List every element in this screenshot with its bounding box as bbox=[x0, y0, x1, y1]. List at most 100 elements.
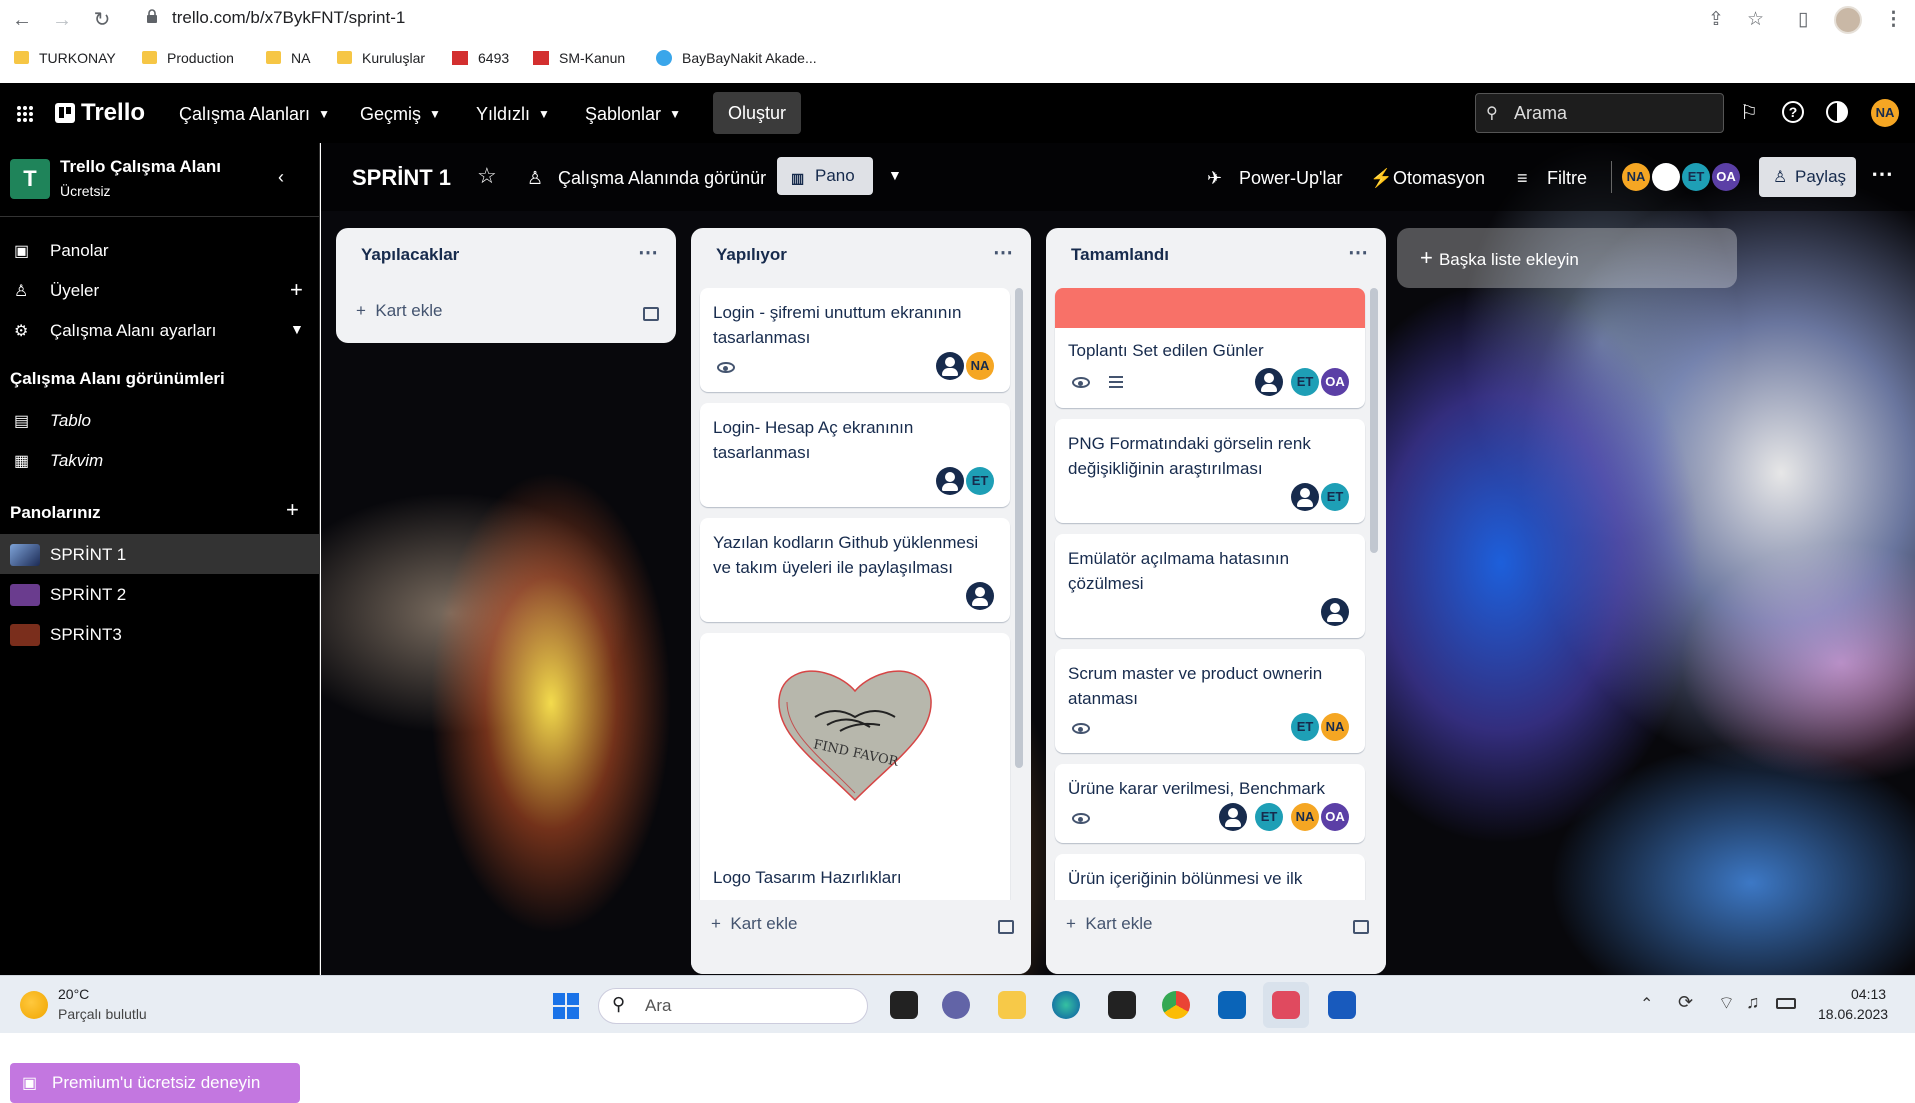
more-menu-icon[interactable]: ⋯ bbox=[1871, 161, 1893, 187]
back-icon[interactable]: ← bbox=[10, 8, 34, 32]
add-member-icon[interactable]: + bbox=[290, 277, 303, 303]
card[interactable]: Scrum master ve product ownerin atanması… bbox=[1055, 649, 1365, 753]
bookmark[interactable]: Production bbox=[142, 50, 234, 66]
word-icon[interactable] bbox=[1328, 991, 1356, 1019]
profile-avatar[interactable] bbox=[1834, 6, 1862, 34]
chrome-icon[interactable] bbox=[1162, 991, 1190, 1019]
forward-icon[interactable]: → bbox=[50, 8, 74, 32]
powerups-button[interactable]: Power-Up'lar bbox=[1239, 168, 1342, 189]
card[interactable]: PNG Formatındaki görselin renk değişikli… bbox=[1055, 419, 1365, 523]
menu-starred[interactable]: Yıldızlı ▼ bbox=[476, 104, 550, 125]
card[interactable]: Yazılan kodların Github yüklenmesi ve ta… bbox=[700, 518, 1010, 622]
member-avatar-icon[interactable] bbox=[1291, 483, 1319, 511]
list-title[interactable]: Tamamlandı bbox=[1071, 245, 1169, 265]
bookmark[interactable]: NA bbox=[266, 50, 310, 66]
list-menu-icon[interactable]: ⋯ bbox=[638, 240, 658, 265]
menu-templates[interactable]: Şablonlar ▼ bbox=[585, 104, 681, 125]
file-explorer-icon[interactable] bbox=[998, 991, 1026, 1019]
view-table[interactable]: Tablo bbox=[50, 411, 91, 431]
list-scrollbar[interactable] bbox=[1015, 288, 1023, 768]
taskbar-search[interactable] bbox=[598, 988, 868, 1024]
sidebar-board-sprint-1[interactable]: SPRİNT 1 bbox=[50, 545, 126, 565]
clock-date[interactable]: 18.06.2023 bbox=[1818, 1006, 1888, 1022]
card[interactable]: Toplantı Set edilen Günler ET OA bbox=[1055, 288, 1365, 408]
member-avatar[interactable]: ET bbox=[1682, 163, 1710, 191]
create-button[interactable]: Oluştur bbox=[713, 92, 801, 134]
menu-icon[interactable]: ⋮ bbox=[1884, 8, 1903, 31]
snipping-tool-icon[interactable] bbox=[1272, 991, 1300, 1019]
sidebar-board-sprint-3[interactable]: SPRİNT3 bbox=[50, 625, 122, 645]
list-title[interactable]: Yapılıyor bbox=[716, 245, 787, 265]
member-avatar[interactable]: OA bbox=[1321, 368, 1349, 396]
chevron-up-icon[interactable]: ⌃ bbox=[1640, 994, 1653, 1014]
sidebar-item-members[interactable]: Üyeler bbox=[50, 281, 99, 301]
menu-workspaces[interactable]: Çalışma Alanları ▼ bbox=[179, 104, 330, 125]
add-list-button[interactable]: + Başka liste ekleyin bbox=[1397, 228, 1737, 288]
star-icon[interactable]: ☆ bbox=[1747, 8, 1764, 31]
template-icon[interactable] bbox=[643, 307, 659, 321]
battery-icon[interactable] bbox=[1776, 998, 1796, 1009]
add-board-icon[interactable]: + bbox=[286, 497, 299, 523]
member-avatar-icon[interactable] bbox=[966, 582, 994, 610]
visibility-button[interactable]: Çalışma Alanında görünür bbox=[558, 168, 766, 189]
sync-icon[interactable]: ⟳ bbox=[1678, 992, 1693, 1013]
sidebar-item-settings[interactable]: Çalışma Alanı ayarları bbox=[50, 321, 216, 341]
add-card-button[interactable]: + Kart ekle bbox=[356, 301, 442, 321]
outlook-icon[interactable] bbox=[1218, 991, 1246, 1019]
reload-icon[interactable]: ↻ bbox=[90, 8, 114, 32]
bookmark[interactable]: BayBayNakit Akade... bbox=[656, 50, 817, 66]
list-menu-icon[interactable]: ⋯ bbox=[993, 240, 1013, 265]
member-avatar-icon[interactable] bbox=[1255, 368, 1283, 396]
member-avatar[interactable]: ET bbox=[966, 467, 994, 495]
member-avatar[interactable]: ET bbox=[1321, 483, 1349, 511]
member-avatar[interactable]: NA bbox=[1622, 163, 1650, 191]
search-input[interactable]: Arama bbox=[1475, 93, 1724, 133]
card[interactable]: Emülatör açılmama hatasının çözülmesi bbox=[1055, 534, 1365, 638]
chevron-down-icon[interactable]: ▼ bbox=[290, 321, 304, 337]
member-avatar-icon[interactable] bbox=[936, 467, 964, 495]
add-card-button[interactable]: + Kart ekle bbox=[1066, 914, 1152, 934]
teams-icon[interactable] bbox=[942, 991, 970, 1019]
member-avatar[interactable]: OA bbox=[1712, 163, 1740, 191]
card[interactable]: Ürüne karar verilmesi, Benchmark ET NA O… bbox=[1055, 764, 1365, 843]
help-icon[interactable]: ? bbox=[1782, 101, 1804, 123]
list-title[interactable]: Yapılacaklar bbox=[361, 245, 459, 265]
member-avatar-icon[interactable] bbox=[1219, 803, 1247, 831]
template-icon[interactable] bbox=[1353, 920, 1369, 934]
theme-icon[interactable] bbox=[1826, 101, 1848, 123]
list-menu-icon[interactable]: ⋯ bbox=[1348, 240, 1368, 265]
member-avatar-icon[interactable] bbox=[936, 352, 964, 380]
member-avatar[interactable]: NA bbox=[1291, 803, 1319, 831]
member-avatar[interactable]: ET bbox=[1291, 713, 1319, 741]
card[interactable]: FIND FAVOR Logo Tasarım Hazırlıkları bbox=[700, 633, 1010, 900]
member-avatar-icon[interactable] bbox=[1321, 598, 1349, 626]
card[interactable]: Login - şifremi unuttum ekranının tasarl… bbox=[700, 288, 1010, 392]
member-avatar[interactable]: NA bbox=[1321, 713, 1349, 741]
member-avatar[interactable]: ET bbox=[1255, 803, 1283, 831]
task-view-icon[interactable] bbox=[890, 991, 918, 1019]
user-avatar[interactable]: NA bbox=[1871, 99, 1899, 127]
member-avatar[interactable]: NA bbox=[966, 352, 994, 380]
member-avatar[interactable]: OA bbox=[1321, 803, 1349, 831]
automation-button[interactable]: Otomasyon bbox=[1393, 168, 1485, 189]
edge-icon[interactable] bbox=[1052, 991, 1080, 1019]
apps-grid-icon[interactable] bbox=[16, 105, 34, 123]
star-board-icon[interactable]: ☆ bbox=[477, 163, 497, 189]
bookmark[interactable]: SM-Kanun bbox=[533, 50, 625, 66]
collapse-sidebar-icon[interactable]: ‹ bbox=[278, 167, 284, 188]
sidebar-item-boards[interactable]: Panolar bbox=[50, 241, 109, 261]
menu-recent[interactable]: Geçmiş ▼ bbox=[360, 104, 441, 125]
sticky-notes-icon[interactable] bbox=[1108, 991, 1136, 1019]
card[interactable]: Login- Hesap Aç ekranının tasarlanması E… bbox=[700, 403, 1010, 507]
member-avatar[interactable]: ET bbox=[1291, 368, 1319, 396]
bookmark[interactable]: TURKONAY bbox=[14, 50, 116, 66]
workspace-name[interactable]: Trello Çalışma Alanı bbox=[60, 157, 221, 177]
view-calendar[interactable]: Takvim bbox=[50, 451, 103, 471]
template-icon[interactable] bbox=[998, 920, 1014, 934]
chevron-down-icon[interactable]: ▼ bbox=[888, 167, 902, 183]
bookmark[interactable]: Kuruluşlar bbox=[337, 50, 425, 66]
windows-start-icon[interactable] bbox=[552, 992, 580, 1020]
list-scrollbar[interactable] bbox=[1370, 288, 1378, 553]
board-title[interactable]: SPRİNT 1 bbox=[352, 165, 451, 191]
bookmark[interactable]: 6493 bbox=[452, 50, 509, 66]
